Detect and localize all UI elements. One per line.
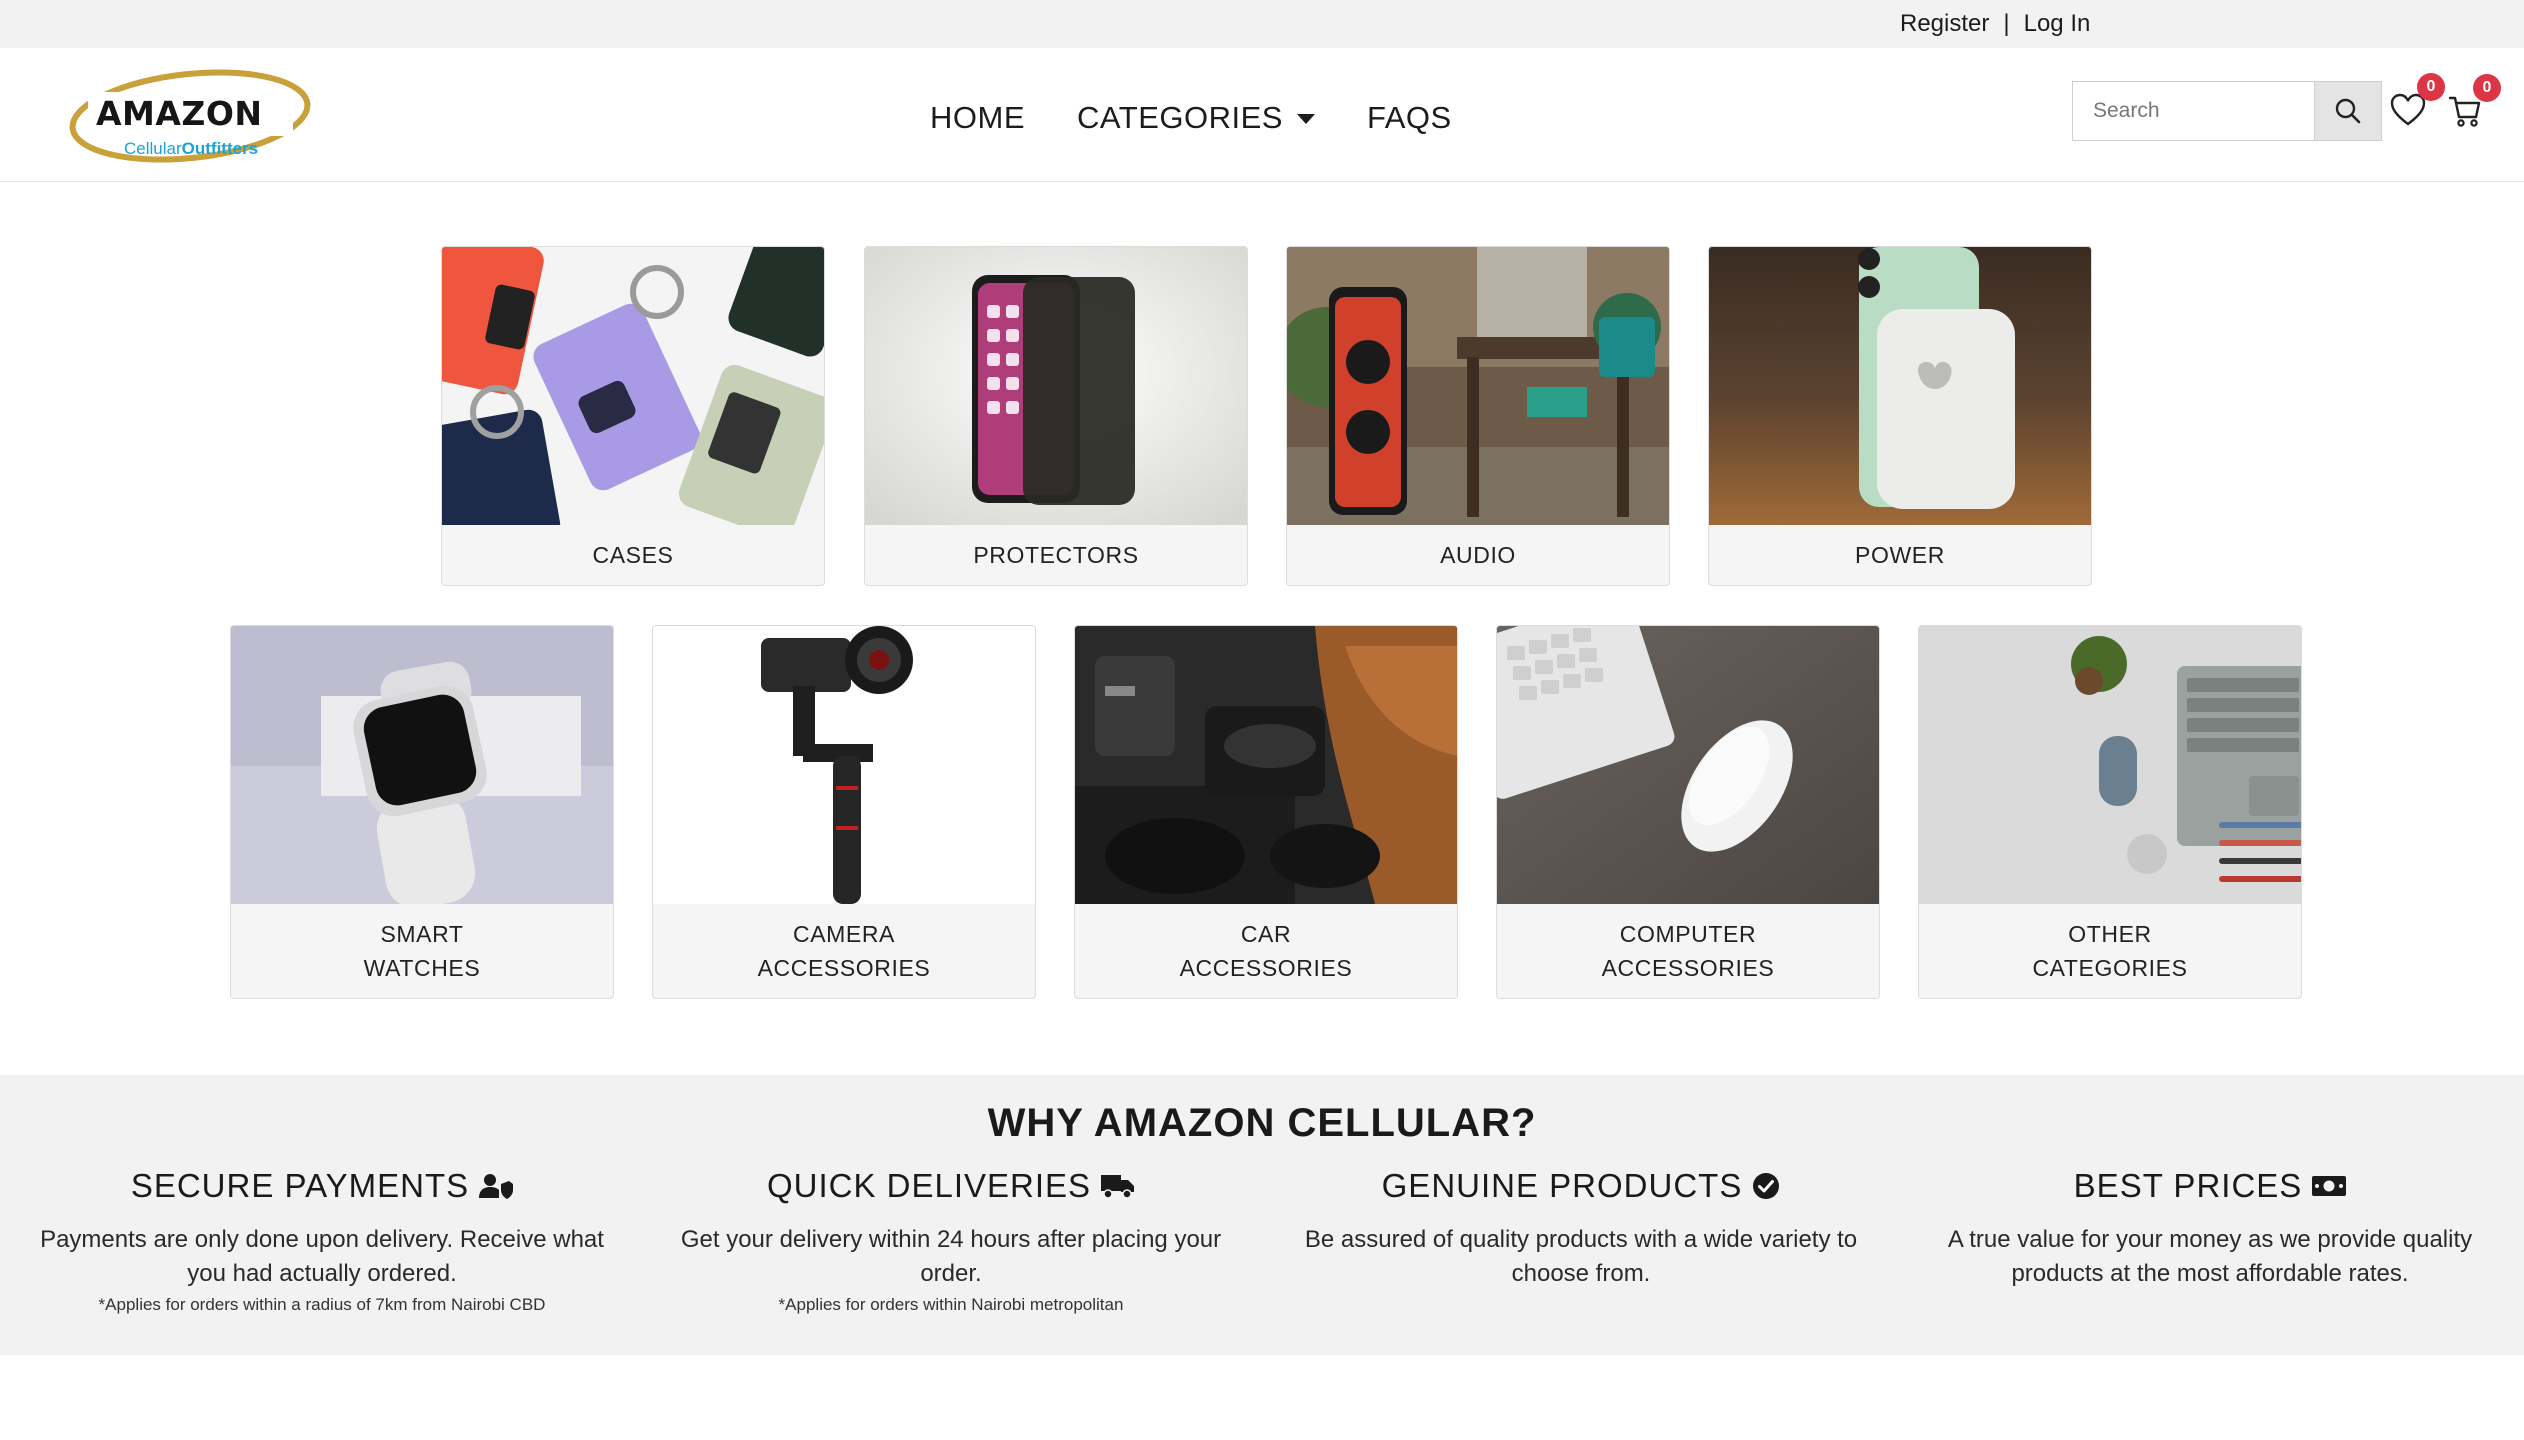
cart-count-badge: 0 [2473,74,2501,102]
register-link[interactable]: Register [1900,10,1989,38]
feature-note: *Applies for orders within a radius of 7… [98,1295,546,1314]
logo-subtitle: CellularOutfitters [124,139,258,159]
category-label-power: POWER [1855,542,1945,568]
cart-button[interactable]: 0 [2448,74,2501,133]
category-label-audio: AUDIO [1440,542,1516,568]
site-logo[interactable]: AMAZON CellularOutfitters [68,68,313,168]
feature-title-text: QUICK DELIVERIES [766,1167,1092,1204]
category-label-line2: ACCESSORIES [757,955,931,981]
category-image-audio [1287,247,1669,525]
nav-home[interactable]: HOME [930,100,1025,136]
nav-categories-dropdown[interactable]: CATEGORIES [1077,100,1315,136]
category-label-car-accessories: CAR ACCESSORIES [1075,904,1457,985]
category-label-line2: CATEGORIES [2032,955,2188,981]
category-label-camera-accessories: CAMERA ACCESSORIES [653,904,1035,985]
feature-best-prices: BEST PRICES A true value for your money … [1910,1167,2510,1291]
feature-title-text: SECURE PAYMENTS [130,1167,470,1204]
search-icon [2335,98,2361,124]
feature-title: SECURE PAYMENTS [22,1167,622,1205]
category-image-camera-accessories [653,626,1035,904]
category-card-audio[interactable]: AUDIO [1286,246,1670,586]
logo-subtitle-bold: Outfitters [181,139,259,158]
category-card-car-accessories[interactable]: CAR ACCESSORIES [1074,625,1458,999]
why-section: WHY AMAZON CELLULAR? SECURE PAYMENTS Pay… [0,1075,2524,1355]
category-label-line1: OTHER [2068,921,2152,947]
nav-categories-label: CATEGORIES [1077,100,1283,135]
caret-down-icon [1296,114,1315,124]
category-label-line1: SMART [380,921,464,947]
search-button[interactable] [2314,81,2382,141]
category-label-line2: ACCESSORIES [1601,955,1775,981]
feature-secure-payments: SECURE PAYMENTS Payments are only done u… [22,1167,622,1315]
money-bill-icon [2312,1176,2347,1196]
category-card-power[interactable]: POWER [1708,246,2092,586]
truck-icon [1101,1175,1135,1199]
nav-home-label: HOME [930,100,1025,135]
feature-description: A true value for your money as we provid… [1947,1226,2473,1287]
category-label-line2: ACCESSORIES [1179,955,1353,981]
top-utility-bar: Register | Log In [0,0,2524,48]
category-card-protectors[interactable]: PROTECTORS [864,246,1248,586]
category-label-line1: CAMERA [792,921,895,947]
category-image-protectors [865,247,1247,525]
nav-faqs-label: FAQS [1366,100,1452,135]
user-shield-icon [479,1174,514,1199]
category-image-power [1709,247,2091,525]
why-title: WHY AMAZON CELLULAR? [987,1101,1537,1145]
feature-description: Be assured of quality products with a wi… [1304,1226,1858,1287]
category-card-computer-accessories[interactable]: COMPUTER ACCESSORIES [1496,625,1880,999]
wishlist-button[interactable]: 0 [2390,73,2445,132]
category-image-smart-watches [231,626,613,904]
feature-quick-deliveries: QUICK DELIVERIES Get your delivery withi… [651,1167,1251,1315]
logo-subtitle-light: Cellular [124,139,182,158]
logo-wordmark: AMAZON [96,94,263,133]
category-label-cases: CASES [592,542,674,568]
feature-description: Payments are only done upon delivery. Re… [40,1226,604,1287]
nav-faqs[interactable]: FAQS [1367,100,1452,136]
feature-title-text: BEST PRICES [2073,1167,2303,1204]
category-label-protectors: PROTECTORS [973,542,1139,568]
check-circle-icon [1753,1173,1780,1199]
feature-title: GENUINE PRODUCTS [1281,1167,1881,1205]
category-image-car-accessories [1075,626,1457,904]
category-card-smart-watches[interactable]: SMART WATCHES [230,625,614,999]
main-nav: HOME CATEGORIES FAQS [930,100,1504,136]
category-label-line2: WATCHES [363,955,481,981]
feature-title: QUICK DELIVERIES [651,1167,1251,1205]
auth-links: Register | Log In [1900,10,2090,38]
search-input[interactable] [2072,81,2314,141]
category-card-other-categories[interactable]: OTHER CATEGORIES [1918,625,2302,999]
category-label-smart-watches: SMART WATCHES [231,904,613,985]
category-label-other-categories: OTHER CATEGORIES [1919,904,2301,985]
cart-icon [2448,96,2481,127]
feature-note: *Applies for orders within Nairobi metro… [778,1295,1124,1314]
category-image-computer-accessories [1497,626,1879,904]
feature-genuine-products: GENUINE PRODUCTS Be assured of quality p… [1281,1167,1881,1291]
category-label-line1: COMPUTER [1619,921,1757,947]
feature-title: BEST PRICES [1910,1167,2510,1205]
category-image-other-categories [1919,626,2301,904]
login-link[interactable]: Log In [2024,10,2091,38]
heart-icon [2390,93,2426,126]
wishlist-count-badge: 0 [2417,73,2445,101]
auth-separator: | [2003,10,2010,37]
category-label-computer-accessories: COMPUTER ACCESSORIES [1497,904,1879,985]
feature-title-text: GENUINE PRODUCTS [1381,1167,1743,1204]
category-card-cases[interactable]: CASES [441,246,825,586]
category-card-camera-accessories[interactable]: CAMERA ACCESSORIES [652,625,1036,999]
category-image-cases [442,247,824,525]
category-label-line1: CAR [1240,921,1292,947]
feature-description: Get your delivery within 24 hours after … [680,1226,1222,1287]
site-header: AMAZON CellularOutfitters HOME CATEGORIE… [0,48,2524,182]
search-form [2072,81,2382,141]
